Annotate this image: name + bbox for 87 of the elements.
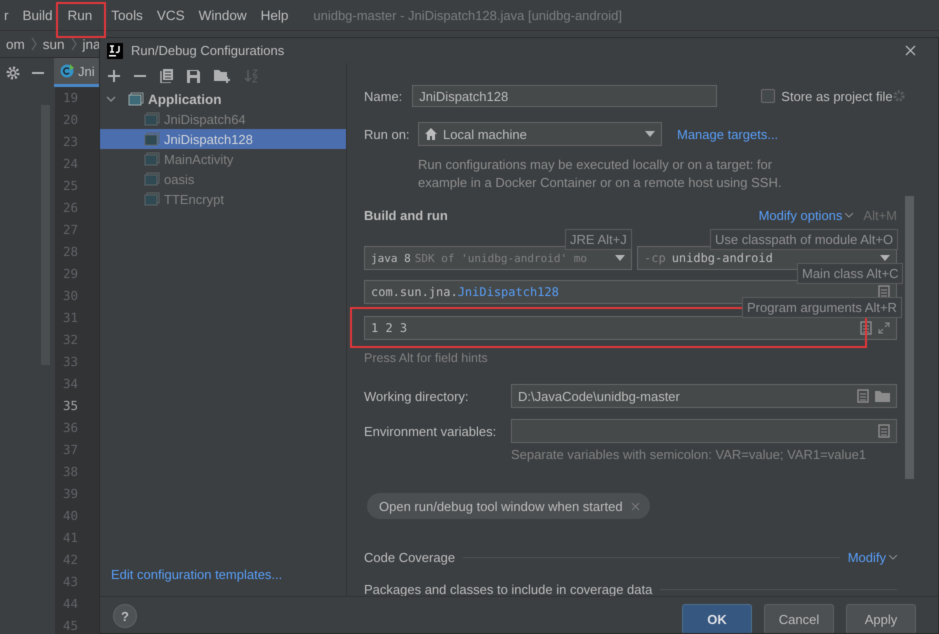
app-logo-icon [107, 42, 123, 58]
dialog-button[interactable]: OK [682, 604, 752, 633]
window-icon [144, 152, 160, 166]
field-label: Environment variables: [364, 424, 498, 438]
name-field[interactable]: JniDispatch128 [412, 85, 718, 107]
tooltip: Program arguments Alt+R [742, 297, 902, 318]
document-icon [860, 321, 872, 335]
window-title: unidbg-master - JniDispatch128.java [unidbg-android] [313, 8, 622, 22]
program-arguments-field[interactable]: 1 2 3 [364, 316, 897, 340]
checkbox[interactable] [761, 89, 776, 103]
window-icon [144, 112, 160, 126]
help-button[interactable]: ? [113, 604, 137, 628]
option-chip[interactable]: Open run/debug tool window when started [367, 493, 650, 519]
description-text: Run configurations may be executed locally or on a target: for example in a Docker Container or on a remote host using SSH. [418, 156, 782, 192]
checkbox-label: Store as project file [781, 88, 893, 104]
field-label: Name: [364, 88, 402, 104]
save-button[interactable] [185, 68, 202, 84]
field-label: Working directory: [364, 388, 470, 404]
dialog-button[interactable]: Cancel [764, 604, 834, 633]
menu-item[interactable]: Run [56, 2, 106, 38]
hint-text: Press Alt for field hints [364, 350, 489, 366]
breadcrumb[interactable]: sun [36, 36, 71, 52]
manage-targets-link[interactable]: Manage targets... [677, 126, 778, 142]
save-icon [187, 70, 200, 82]
copy-button[interactable] [158, 67, 175, 85]
run-on-dropdown[interactable]: Local machine [418, 122, 662, 146]
tree-item[interactable]: TTEncrypt [100, 189, 346, 209]
editor-tab[interactable]: Jni [54, 58, 101, 87]
tooltip: Use classpath of module Alt+O [710, 229, 898, 250]
window-icon [144, 192, 160, 206]
minimize-icon [32, 72, 44, 74]
dialog-button[interactable]: Apply [846, 604, 916, 633]
menu-item[interactable]: VCS [150, 8, 192, 22]
close-button[interactable] [905, 45, 916, 56]
document-icon [878, 285, 890, 299]
plus-icon [108, 70, 120, 82]
dialog-title: Run/Debug Configurations [131, 43, 284, 58]
section-title: Packages and classes to include in coverage data [364, 582, 652, 596]
close-icon [630, 502, 640, 510]
menu-item[interactable]: Help [254, 8, 296, 22]
folder-icon [875, 390, 890, 402]
section-title: Code Coverage [364, 550, 456, 564]
window-icon [128, 92, 144, 106]
gear-icon [6, 66, 20, 80]
document-icon [878, 424, 890, 438]
new-folder-button[interactable] [212, 67, 232, 85]
gear-icon [892, 90, 905, 102]
tree-item[interactable]: oasis [100, 169, 346, 189]
tooltip: JRE Alt+J [565, 229, 632, 250]
menu-item[interactable]: Tools [104, 8, 150, 22]
menu-item[interactable]: r [0, 8, 16, 22]
add-button[interactable] [106, 68, 122, 84]
tree-item[interactable]: Application [100, 89, 346, 109]
tree-item[interactable]: JniDispatch128 [100, 129, 346, 149]
tree-item[interactable]: JniDispatch64 [100, 109, 346, 129]
chevron-down-icon [845, 212, 854, 218]
tooltip: Main class Alt+C [797, 263, 904, 284]
menu-item[interactable]: Window [192, 8, 254, 22]
chevron-icon [30, 37, 37, 51]
breadcrumb[interactable]: om [0, 36, 31, 52]
close-icon [905, 45, 916, 56]
chevron-icon [70, 37, 77, 51]
window-icon [144, 132, 160, 146]
copy-icon [160, 69, 173, 83]
house-icon [425, 128, 437, 140]
section-title: Build and run [364, 208, 448, 222]
folder-plus-icon [214, 69, 230, 83]
dropdown-arrow-icon [615, 255, 625, 261]
window-icon [144, 172, 160, 186]
scrollbar[interactable] [905, 196, 914, 479]
templates-link[interactable]: Edit configuration templates... [100, 567, 346, 582]
hint-text: Separate variables with semicolon: VAR=value; VAR1=value1 [511, 447, 868, 463]
field-label: Run on: [364, 126, 411, 142]
environment-variables-field[interactable] [511, 419, 897, 443]
document-icon [857, 389, 869, 403]
tree-item[interactable]: MainActivity [100, 149, 346, 169]
sort-icon [244, 69, 258, 83]
dropdown-arrow-icon [645, 131, 655, 137]
working-directory-field[interactable]: D:\JavaCode\unidbg-master [511, 384, 897, 408]
jre-dropdown[interactable]: java 8 SDK of 'unidbg-android' mo [364, 246, 632, 270]
chevron-down-icon [889, 554, 897, 560]
modify-options-link[interactable]: Modify options [758, 208, 854, 222]
class-icon [60, 64, 74, 78]
line-number: 35 [62, 397, 80, 415]
modify-link[interactable]: Modify [848, 550, 897, 564]
expand-icon [878, 322, 890, 334]
dropdown-arrow-icon [880, 255, 890, 261]
